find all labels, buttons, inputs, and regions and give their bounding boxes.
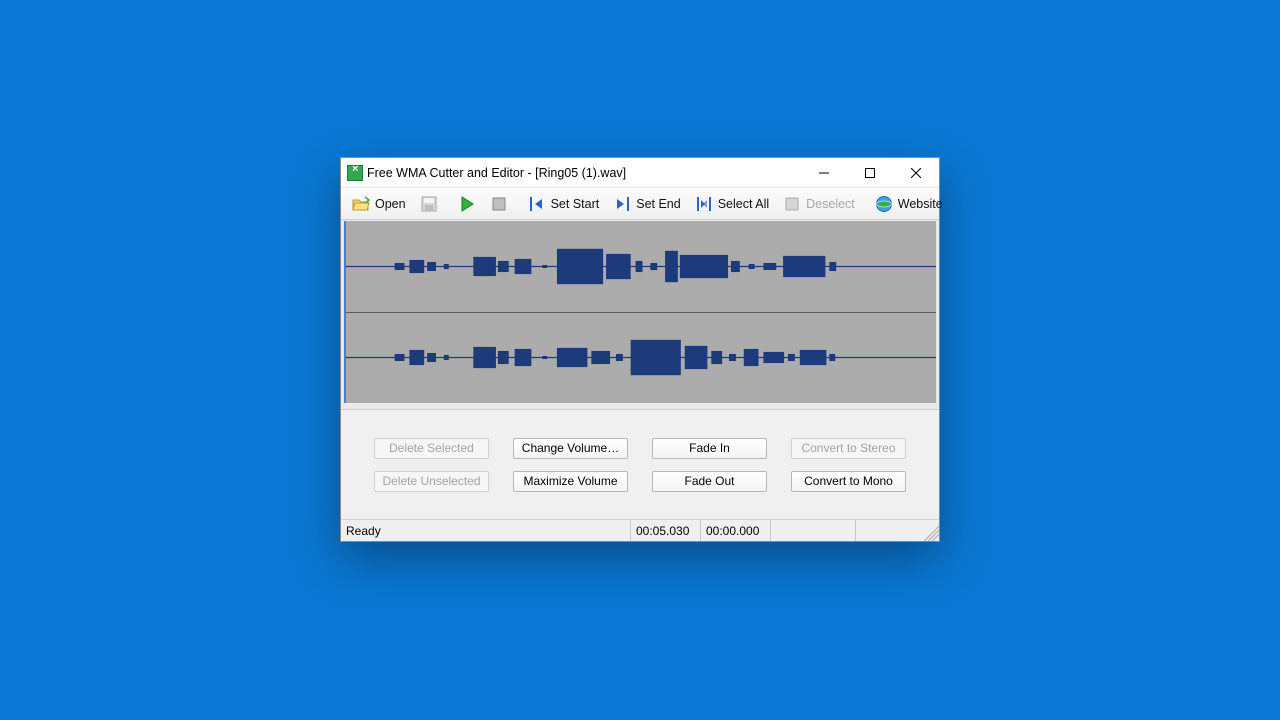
toolbar: Open Set Start <box>341 187 939 220</box>
select-all-button[interactable]: Select All <box>688 191 776 217</box>
play-icon <box>458 195 476 213</box>
change-volume-button[interactable]: Change Volume… <box>513 438 628 459</box>
waveform-display[interactable] <box>344 221 936 403</box>
button-column: Delete Selected Delete Unselected <box>374 438 489 492</box>
resize-grip-icon[interactable] <box>921 520 939 541</box>
stop-icon <box>490 195 508 213</box>
open-folder-icon <box>352 195 370 213</box>
play-button[interactable] <box>451 191 483 217</box>
waveform-channel-right <box>346 312 936 403</box>
open-button[interactable]: Open <box>345 191 413 217</box>
website-label: Website <box>898 197 943 211</box>
open-label: Open <box>375 197 406 211</box>
globe-icon <box>875 195 893 213</box>
button-column: Convert to Stereo Convert to Mono <box>791 438 906 492</box>
set-end-icon <box>613 195 631 213</box>
save-button <box>413 191 445 217</box>
button-column: Fade In Fade Out <box>652 438 767 492</box>
maximize-button[interactable] <box>847 158 893 187</box>
website-button[interactable]: Website <box>868 191 950 217</box>
save-icon <box>420 195 438 213</box>
select-all-label: Select All <box>718 197 769 211</box>
app-icon <box>347 165 363 181</box>
select-all-icon <box>695 195 713 213</box>
close-icon <box>911 168 921 178</box>
set-end-button[interactable]: Set End <box>606 191 687 217</box>
titlebar: Free WMA Cutter and Editor - [Ring05 (1)… <box>341 158 939 187</box>
fade-out-button[interactable]: Fade Out <box>652 471 767 492</box>
deselect-icon <box>783 195 801 213</box>
maximize-volume-button[interactable]: Maximize Volume <box>513 471 628 492</box>
status-ready: Ready <box>341 520 631 541</box>
window-title: Free WMA Cutter and Editor - [Ring05 (1)… <box>363 166 801 180</box>
delete-selected-button: Delete Selected <box>374 438 489 459</box>
waveform-channel-left <box>346 221 936 312</box>
stop-button <box>483 191 515 217</box>
status-position: 00:00.000 <box>701 520 771 541</box>
maximize-icon <box>865 168 875 178</box>
delete-unselected-button: Delete Unselected <box>374 471 489 492</box>
action-buttons-panel: Delete Selected Delete Unselected Change… <box>341 410 939 519</box>
set-start-label: Set Start <box>551 197 600 211</box>
convert-mono-button[interactable]: Convert to Mono <box>791 471 906 492</box>
set-end-label: Set End <box>636 197 680 211</box>
status-duration: 00:05.030 <box>631 520 701 541</box>
status-empty-cell <box>771 520 856 541</box>
fade-in-button[interactable]: Fade In <box>652 438 767 459</box>
minimize-button[interactable] <box>801 158 847 187</box>
close-button[interactable] <box>893 158 939 187</box>
statusbar: Ready 00:05.030 00:00.000 <box>341 519 939 541</box>
status-empty-cell <box>856 520 921 541</box>
set-start-icon <box>528 195 546 213</box>
deselect-label: Deselect <box>806 197 855 211</box>
convert-stereo-button: Convert to Stereo <box>791 438 906 459</box>
button-column: Change Volume… Maximize Volume <box>513 438 628 492</box>
deselect-button: Deselect <box>776 191 862 217</box>
waveform-area <box>341 220 939 410</box>
set-start-button[interactable]: Set Start <box>521 191 607 217</box>
window-controls <box>801 158 939 187</box>
app-window: Free WMA Cutter and Editor - [Ring05 (1)… <box>340 157 940 542</box>
minimize-icon <box>819 168 829 178</box>
